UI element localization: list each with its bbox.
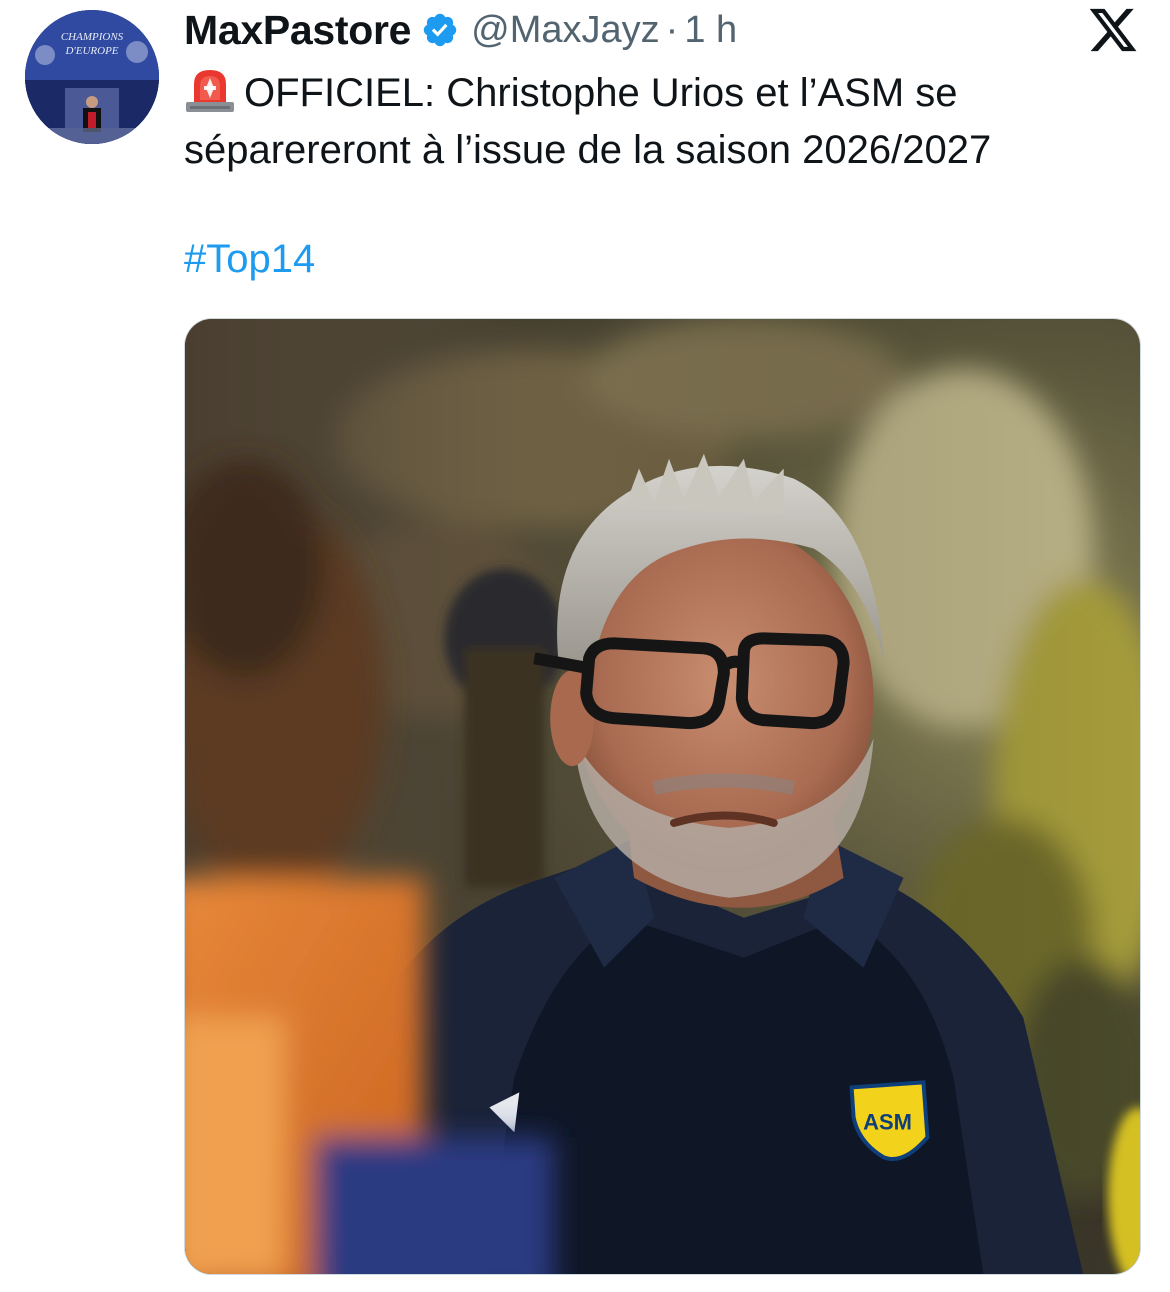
photo-image: ASM xyxy=(185,319,1140,1274)
avatar-image: CHAMPIONS D'EUROPE xyxy=(25,10,159,144)
avatar-text-2: D'EUROPE xyxy=(64,45,118,57)
separator-dot: · xyxy=(665,8,679,51)
club-badge-text: ASM xyxy=(863,1109,912,1134)
tweet-timestamp[interactable]: 1 h xyxy=(684,9,737,52)
siren-icon xyxy=(184,64,236,114)
verified-badge-icon[interactable] xyxy=(421,11,459,49)
tweet-text: OFFICIEL: Christophe Urios et l’ASM se s… xyxy=(184,64,1144,179)
x-logo-icon[interactable] xyxy=(1086,4,1140,56)
hashtag-link[interactable]: #Top14 xyxy=(184,237,315,282)
avatar-text-1: CHAMPIONS xyxy=(61,31,124,43)
author-avatar[interactable]: CHAMPIONS D'EUROPE xyxy=(25,10,159,144)
tweet-photo[interactable]: ASM xyxy=(184,318,1141,1275)
display-name[interactable]: MaxPastore xyxy=(184,7,411,54)
author-handle[interactable]: @MaxJayz xyxy=(471,9,660,52)
tweet-header: MaxPastore @MaxJayz · 1 h xyxy=(184,4,737,56)
tweet-body: OFFICIEL: Christophe Urios et l’ASM se s… xyxy=(184,71,992,172)
